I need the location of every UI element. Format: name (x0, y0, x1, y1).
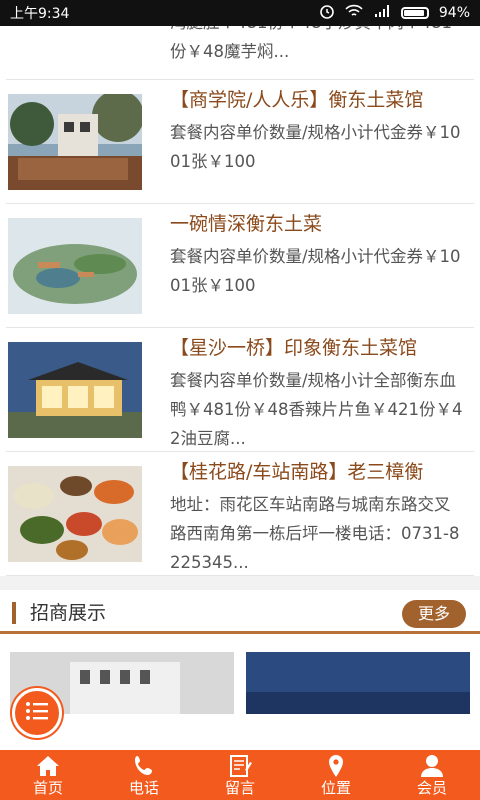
section-bar (12, 602, 16, 624)
menu-fab-button[interactable] (12, 688, 62, 738)
phone-icon (131, 754, 157, 778)
nav-location[interactable]: 位置 (288, 750, 384, 800)
signal-icon (373, 4, 391, 22)
section-divider (0, 576, 480, 590)
restaurant-photo (8, 466, 142, 562)
nav-label: 首页 (32, 778, 63, 797)
location-icon (323, 754, 349, 778)
nav-member[interactable]: 会员 (384, 750, 480, 800)
restaurant-list: 湾腿肚￥481份￥48小炒黄牛肉￥481份￥48魔芋焖... 【商学院/ (0, 26, 480, 714)
list-item[interactable]: 【商学院/人人乐】衡东土菜馆 套餐内容单价数量/规格小计代金券￥1001张￥10… (6, 80, 474, 204)
list-item[interactable]: 【桂花路/车站南路】老三樟衡 地址：雨花区车站南路与城南东路交叉路西南角第一栋后… (6, 452, 474, 576)
list-item[interactable]: 【星沙一桥】印象衡东土菜馆 套餐内容单价数量/规格小计全部衡东血鸭￥481份￥4… (6, 328, 474, 452)
battery-icon (400, 7, 429, 19)
restaurant-photo (8, 94, 142, 190)
item-title: 【商学院/人人乐】衡东土菜馆 (170, 89, 424, 111)
bottom-nav: 首页 电话 留言 位置 会员 (0, 750, 480, 800)
item-desc: 地址：雨花区车站南路与城南东路交叉路西南角第一栋后坪一楼电话：0731-8225… (170, 495, 460, 572)
more-button[interactable]: 更多 (402, 600, 466, 628)
nav-label: 电话 (128, 778, 159, 797)
item-title: 【星沙一桥】印象衡东土菜馆 (170, 337, 418, 359)
user-icon (419, 754, 445, 778)
item-title: 一碗情深衡东土菜 (170, 213, 323, 235)
section-title: 招商展示 (30, 602, 107, 624)
item-title: 【桂花路/车站南路】老三樟衡 (170, 461, 424, 483)
battery-level: 94% (438, 5, 470, 21)
message-icon (227, 754, 253, 778)
list-menu-icon (25, 701, 49, 725)
investment-image[interactable] (246, 652, 470, 714)
item-desc: 套餐内容单价数量/规格小计代金券￥1001张￥100 (170, 123, 461, 171)
list-item[interactable]: 一碗情深衡东土菜 套餐内容单价数量/规格小计代金券￥1001张￥100 (6, 204, 474, 328)
nav-label: 留言 (224, 778, 255, 797)
restaurant-photo (8, 342, 142, 438)
item-desc: 套餐内容单价数量/规格小计代金券￥1001张￥100 (170, 247, 461, 295)
item-desc: 套餐内容单价数量/规格小计全部衡东血鸭￥481份￥48香辣片片鱼￥421份￥42… (170, 371, 463, 448)
item-desc: 湾腿肚￥481份￥48小炒黄牛肉￥481份￥48魔芋焖... (170, 26, 452, 61)
home-icon (35, 754, 61, 778)
nav-message[interactable]: 留言 (192, 750, 288, 800)
alarm-icon (319, 3, 335, 23)
list-item[interactable]: 湾腿肚￥481份￥48小炒黄牛肉￥481份￥48魔芋焖... (6, 26, 474, 80)
nav-label: 位置 (320, 778, 351, 797)
status-icons: 94% (319, 3, 470, 23)
investment-gallery (0, 634, 480, 714)
wifi-icon (345, 4, 363, 22)
status-time: 上午9:34 (10, 6, 70, 22)
nav-home[interactable]: 首页 (0, 750, 96, 800)
nav-label: 会员 (416, 778, 447, 797)
restaurant-photo (8, 218, 142, 314)
section-header: 招商展示 更多 (0, 590, 480, 634)
status-bar: 上午9:34 94% (0, 0, 480, 26)
nav-phone[interactable]: 电话 (96, 750, 192, 800)
content-area[interactable]: 湾腿肚￥481份￥48小炒黄牛肉￥481份￥48魔芋焖... 【商学院/ (0, 26, 480, 750)
